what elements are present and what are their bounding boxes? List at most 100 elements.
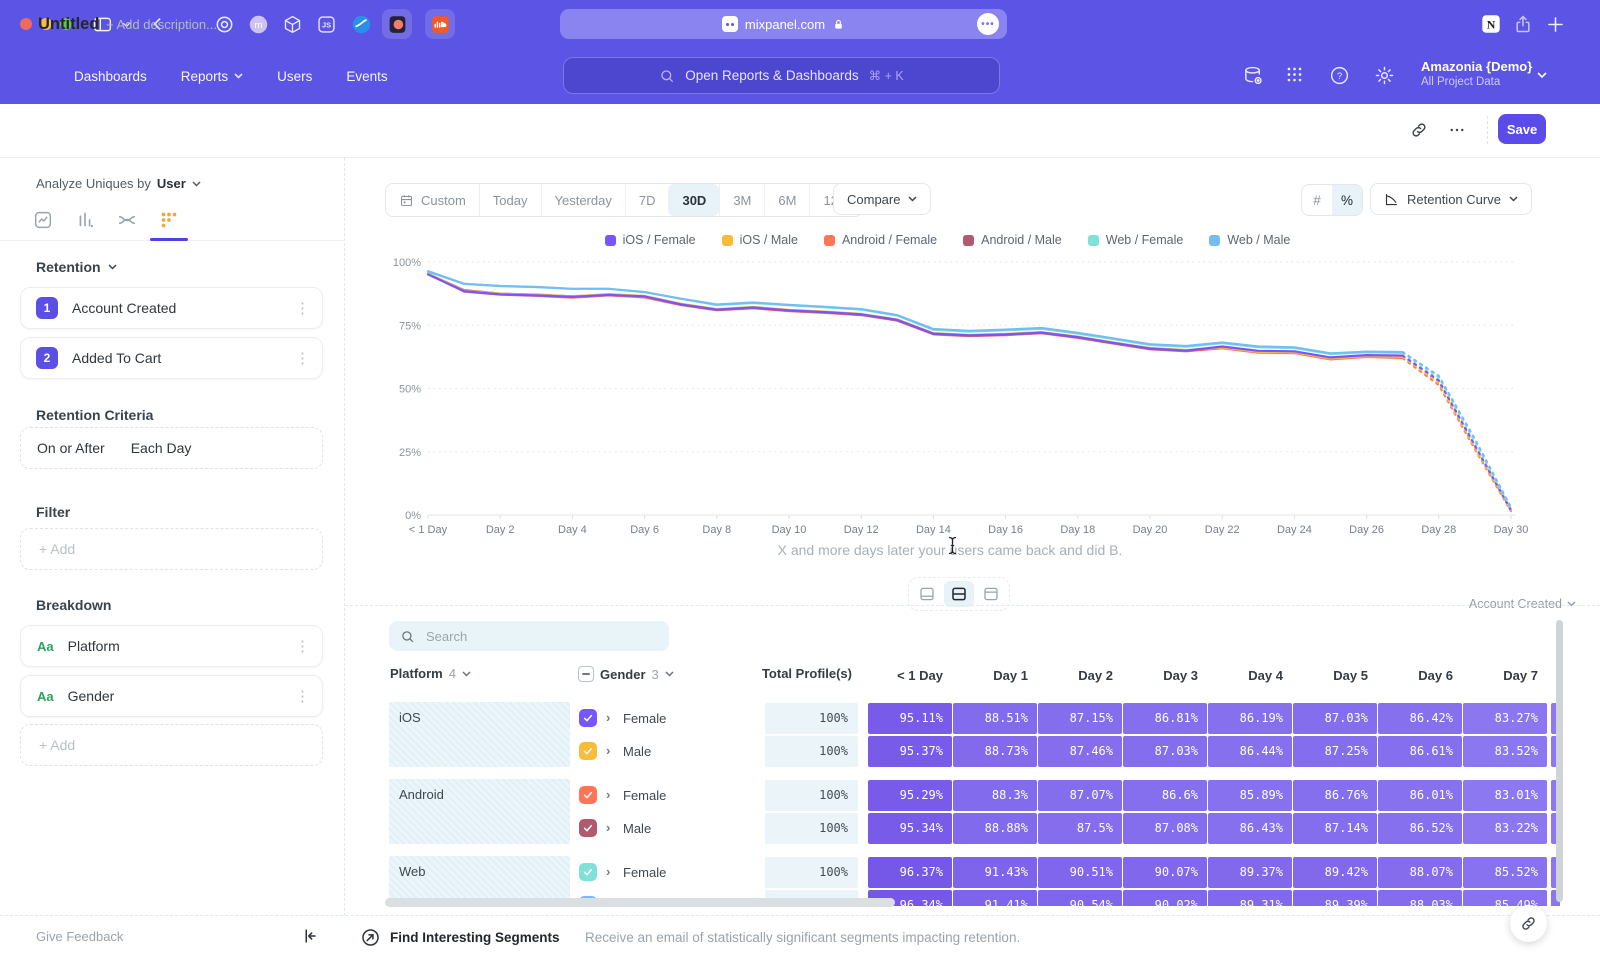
retention-value-cell[interactable]: 91.43%: [953, 857, 1037, 888]
legend-item[interactable]: iOS / Male: [722, 233, 798, 247]
retention-value-cell[interactable]: 88.51%: [953, 703, 1037, 734]
range-3m[interactable]: 3M: [719, 184, 764, 216]
day-column-header[interactable]: Day 3: [1123, 668, 1207, 686]
retention-value-cell[interactable]: 87.07%: [1038, 780, 1122, 811]
avatar-extension-icon[interactable]: m: [248, 14, 269, 35]
retention-step-1[interactable]: 1 Account Created ⋮: [20, 287, 323, 329]
retention-value-cell[interactable]: 89.31%: [1208, 890, 1292, 906]
data-management-icon[interactable]: [1242, 65, 1265, 88]
retention-value-cell[interactable]: 96.37%: [868, 857, 952, 888]
retention-value-cell[interactable]: 86.52%: [1378, 813, 1462, 844]
nav-item-users[interactable]: Users: [277, 69, 312, 84]
select-all-checkbox[interactable]: [578, 666, 594, 682]
notion-icon[interactable]: N: [1480, 13, 1502, 35]
expand-row-icon[interactable]: ›: [606, 787, 610, 802]
target-extension-icon[interactable]: [214, 14, 235, 35]
tab-insights-icon[interactable]: [30, 207, 56, 233]
day-column-header[interactable]: Day 5: [1293, 668, 1377, 686]
new-tab-icon[interactable]: [1545, 14, 1566, 35]
retention-value-cell[interactable]: 89.42%: [1293, 857, 1377, 888]
global-search[interactable]: Open Reports & Dashboards ⌘ + K: [563, 57, 1000, 94]
day-column-header[interactable]: < 1 Day: [868, 668, 952, 686]
range-30d[interactable]: 30D: [668, 184, 719, 216]
retention-value-cell[interactable]: 86.01%: [1378, 780, 1462, 811]
retention-value-cell[interactable]: 88.3%: [953, 780, 1037, 811]
retention-value-cell[interactable]: 88.73%: [953, 736, 1037, 767]
kebab-menu-icon[interactable]: ⋮: [295, 639, 310, 654]
retention-value-cell[interactable]: 87.46%: [1038, 736, 1122, 767]
range-today[interactable]: Today: [479, 184, 541, 216]
nav-item-reports[interactable]: Reports: [181, 69, 243, 84]
share-icon[interactable]: [1513, 14, 1533, 34]
settings-gear-icon[interactable]: [1374, 65, 1395, 86]
retention-value-cell[interactable]: 87.03%: [1293, 703, 1377, 734]
retention-value-cell[interactable]: 86.19%: [1208, 703, 1292, 734]
legend-item[interactable]: Android / Male: [963, 233, 1062, 247]
retention-value-cell[interactable]: 89.39%: [1293, 890, 1377, 906]
criteria-interval[interactable]: Each Day: [131, 440, 192, 456]
layout-chart-only-button[interactable]: [912, 581, 942, 607]
retention-value-cell[interactable]: 86.81%: [1123, 703, 1207, 734]
find-segments-title[interactable]: Find Interesting Segments: [390, 930, 560, 945]
range-7d[interactable]: 7D: [625, 184, 669, 216]
retention-value-cell[interactable]: 95.29%: [868, 780, 952, 811]
day-column-header[interactable]: Day 2: [1038, 668, 1122, 686]
retention-value-cell[interactable]: 85.49%: [1463, 890, 1547, 906]
retention-value-cell[interactable]: 90.02%: [1123, 890, 1207, 906]
window-close-button[interactable]: [20, 18, 32, 30]
retention-value-cell[interactable]: 89.37%: [1208, 857, 1292, 888]
criteria-mode[interactable]: On or After: [37, 440, 105, 456]
copy-link-icon[interactable]: [1410, 121, 1428, 139]
day-column-header[interactable]: Day 4: [1208, 668, 1292, 686]
legend-item[interactable]: Web / Male: [1209, 233, 1290, 247]
retention-value-cell[interactable]: 88.03%: [1378, 890, 1462, 906]
retention-value-cell[interactable]: 95.34%: [868, 813, 952, 844]
table-search-input[interactable]: [424, 628, 658, 645]
help-icon[interactable]: ?: [1329, 65, 1350, 86]
expand-row-icon[interactable]: ›: [606, 820, 610, 835]
retention-value-cell[interactable]: 90.51%: [1038, 857, 1122, 888]
soundcloud-extension-icon[interactable]: [430, 14, 451, 35]
range-custom[interactable]: Custom: [386, 184, 479, 216]
day-column-header[interactable]: Day 6: [1378, 668, 1462, 686]
compare-button[interactable]: Compare: [833, 183, 931, 215]
legend-item[interactable]: Android / Female: [824, 233, 937, 247]
retention-value-cell[interactable]: 85.89%: [1208, 780, 1292, 811]
retention-value-cell[interactable]: 95.37%: [868, 736, 952, 767]
retention-value-cell[interactable]: 86.42%: [1378, 703, 1462, 734]
nav-item-events[interactable]: Events: [346, 69, 387, 84]
filter-add-button[interactable]: + Add: [20, 528, 323, 570]
cube-extension-icon[interactable]: [282, 14, 303, 35]
retention-value-cell[interactable]: 87.08%: [1123, 813, 1207, 844]
breakdown-scope-select[interactable]: Account Created: [1469, 597, 1576, 611]
retention-value-cell[interactable]: 86.6%: [1123, 780, 1207, 811]
series-checkbox[interactable]: [579, 786, 597, 804]
series-checkbox[interactable]: [579, 742, 597, 760]
retention-value-cell[interactable]: 87.03%: [1123, 736, 1207, 767]
vertical-scrollbar[interactable]: [1556, 620, 1563, 902]
expand-row-icon[interactable]: ›: [606, 864, 610, 879]
retention-value-cell[interactable]: 86.43%: [1208, 813, 1292, 844]
js-extension-icon[interactable]: JS: [316, 14, 337, 35]
retention-value-cell[interactable]: 87.25%: [1293, 736, 1377, 767]
retention-value-cell[interactable]: 86.61%: [1378, 736, 1462, 767]
gender-column-header[interactable]: Gender3: [578, 666, 674, 682]
tab-funnels-icon[interactable]: [72, 207, 98, 233]
series-checkbox[interactable]: [579, 863, 597, 881]
legend-item[interactable]: Web / Female: [1088, 233, 1184, 247]
legend-item[interactable]: iOS / Female: [605, 233, 696, 247]
day-column-header[interactable]: Day 7: [1463, 668, 1547, 686]
retention-value-cell[interactable]: 83.27%: [1463, 703, 1547, 734]
horizontal-scrollbar[interactable]: [385, 898, 895, 907]
retention-value-cell[interactable]: 86.44%: [1208, 736, 1292, 767]
platform-cell[interactable]: iOS: [389, 702, 570, 767]
chart-type-select[interactable]: Retention Curve: [1370, 183, 1532, 215]
day-column-header[interactable]: Day 1: [953, 668, 1037, 686]
retention-criteria-card[interactable]: On or After Each Day: [20, 427, 323, 469]
series-checkbox[interactable]: [579, 819, 597, 837]
retention-value-cell[interactable]: 83.01%: [1463, 780, 1547, 811]
unit-number[interactable]: #: [1302, 185, 1332, 215]
page-options-icon[interactable]: •••: [977, 13, 999, 35]
retention-value-cell[interactable]: 90.07%: [1123, 857, 1207, 888]
retention-section-heading[interactable]: Retention: [36, 259, 117, 275]
